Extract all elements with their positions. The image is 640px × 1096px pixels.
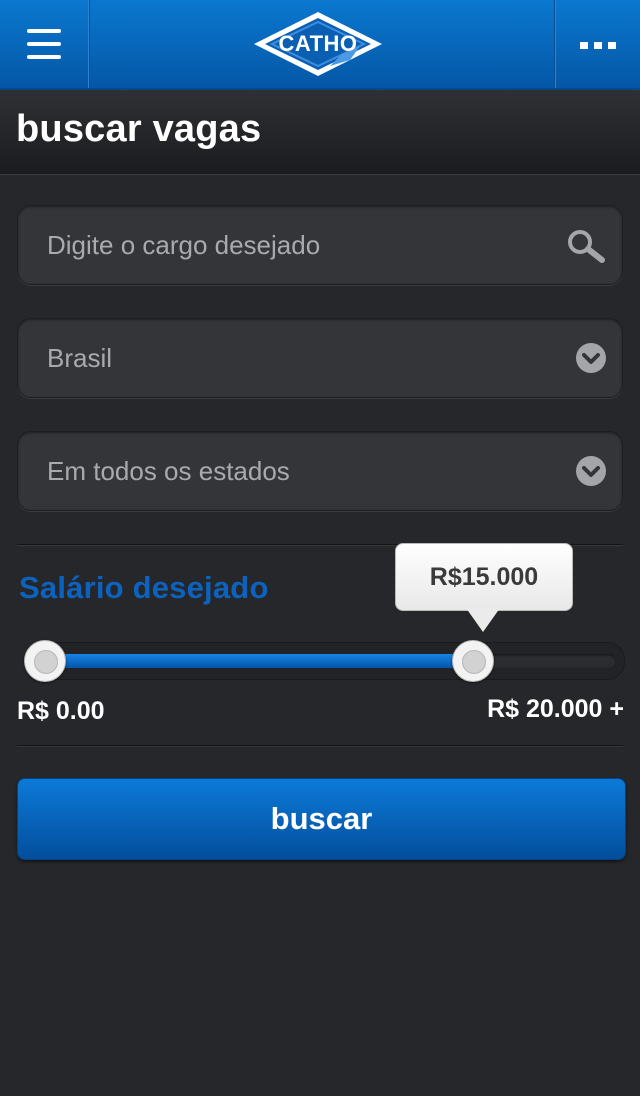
more-options-button[interactable] xyxy=(555,0,640,88)
salary-value-tooltip: R$15.000 xyxy=(395,543,573,611)
menu-button[interactable] xyxy=(0,0,89,88)
salary-min-label: R$ 0.00 xyxy=(17,697,105,725)
country-select-value: Brasil xyxy=(47,343,113,373)
salary-range-slider[interactable] xyxy=(25,642,625,680)
search-icon[interactable] xyxy=(566,228,606,264)
search-button[interactable]: buscar xyxy=(17,778,626,860)
salary-label: Salário desejado xyxy=(19,570,269,605)
slider-selected-range xyxy=(45,654,474,668)
catho-logo[interactable]: CATHO xyxy=(250,10,386,78)
job-title-placeholder: Digite o cargo desejado xyxy=(47,230,321,260)
chevron-down-icon xyxy=(576,456,606,486)
tooltip-pointer xyxy=(466,608,500,632)
top-app-bar: CATHO xyxy=(0,0,640,90)
state-select-value: Em todos os estados xyxy=(47,456,290,486)
slider-max-handle[interactable] xyxy=(452,640,495,682)
title-bar: buscar vagas xyxy=(0,90,640,175)
page-title: buscar vagas xyxy=(16,108,262,150)
slider-min-handle[interactable] xyxy=(24,640,66,682)
logo-text: CATHO xyxy=(278,31,358,56)
country-select[interactable]: Brasil xyxy=(17,318,623,398)
divider xyxy=(17,745,623,746)
salary-max-label: R$ 20.000 + xyxy=(487,695,624,723)
job-title-input[interactable]: Digite o cargo desejado xyxy=(17,205,623,285)
state-select[interactable]: Em todos os estados xyxy=(17,431,623,511)
chevron-down-icon xyxy=(576,343,606,373)
